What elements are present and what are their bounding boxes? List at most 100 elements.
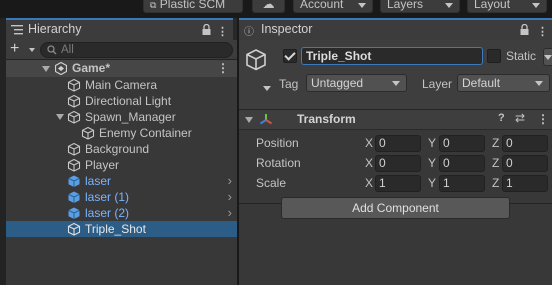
layers-dropdown[interactable]: Layers (380, 0, 460, 13)
scene-row[interactable]: Game* ⋮ (6, 60, 237, 77)
active-checkbox[interactable] (283, 49, 297, 63)
top-toolbar: ⧉ Plastic SCM ☁ Account Layers Layout (0, 0, 552, 16)
info-icon: ⓘ (244, 27, 254, 38)
gameobject-cube-icon[interactable] (245, 48, 267, 72)
hierarchy-tree: Game* ⋮ Main Camera Directional Light Sp… (6, 60, 237, 237)
chevron-down-icon[interactable] (263, 86, 271, 91)
list-item[interactable]: Enemy Container (6, 125, 237, 141)
gameobject-cube-icon (67, 222, 81, 236)
tab-hierarchy[interactable]: Hierarchy ⋮ (6, 18, 233, 40)
lock-icon[interactable] (520, 24, 529, 35)
list-item[interactable]: Player (6, 157, 237, 173)
layout-label: Layout (474, 0, 511, 11)
gameobject-cube-icon (67, 142, 81, 156)
item-label: laser (2) (85, 206, 130, 220)
object-header: Triple_Shot Static Tag Untagged Layer De… (239, 40, 552, 110)
list-item[interactable]: laser (2) › (6, 205, 237, 221)
item-label: Enemy Container (99, 126, 192, 140)
expand-arrow-icon[interactable] (42, 66, 50, 72)
chevron-down-icon (532, 3, 540, 8)
list-item[interactable]: laser (1) › (6, 189, 237, 205)
item-label: laser (85, 174, 112, 188)
list-item-selected[interactable]: Triple_Shot (6, 221, 237, 237)
cloud-icon: ☁ (262, 0, 275, 11)
plastic-scm-button[interactable]: ⧉ Plastic SCM (143, 0, 243, 13)
transform-body: Position X 0 Y 0 Z 0 Rotation X 0 Y 0 Z … (239, 130, 552, 204)
search-input[interactable] (61, 43, 221, 57)
scale-label: Scale (256, 176, 287, 190)
item-label: Background (85, 142, 150, 156)
list-item[interactable]: Spawn_Manager (6, 109, 237, 125)
plastic-scm-icon: ⧉ (150, 0, 157, 10)
tag-dropdown[interactable]: Untagged (306, 74, 407, 92)
tab-inspector-label: Inspector (261, 22, 313, 36)
axis-z-label: Z (492, 156, 500, 170)
rotation-x-field[interactable]: 0 (375, 155, 421, 172)
chevron-right-icon[interactable]: › (228, 189, 232, 205)
axis-y-label: Y (428, 136, 437, 150)
layout-dropdown[interactable]: Layout (467, 0, 547, 13)
gameobject-cube-icon (81, 126, 95, 140)
kebab-menu-icon[interactable]: ⋮ (217, 60, 229, 77)
prefab-cube-icon (68, 175, 80, 187)
create-plus-icon[interactable]: + (10, 41, 19, 57)
position-y-field[interactable]: 0 (439, 135, 485, 152)
chevron-down-icon (535, 81, 543, 86)
axis-x-label: X (365, 176, 374, 190)
presets-icon[interactable]: ⇄ (515, 111, 525, 125)
chevron-right-icon[interactable]: › (228, 205, 232, 221)
position-row: Position X 0 Y 0 Z 0 (239, 134, 552, 152)
hierarchy-search[interactable] (40, 42, 233, 58)
list-item[interactable]: Main Camera (6, 77, 237, 93)
chevron-down-icon (445, 3, 453, 8)
chevron-right-icon[interactable]: › (228, 173, 232, 189)
item-label: Main Camera (85, 78, 158, 92)
object-name-field[interactable]: Triple_Shot (301, 47, 483, 65)
transform-gizmo-icon (259, 114, 273, 125)
list-item[interactable]: Background (6, 141, 237, 157)
gameobject-cube-icon (67, 78, 81, 92)
gameobject-cube-icon (67, 94, 81, 108)
expand-arrow-icon[interactable] (56, 114, 64, 120)
cloud-button[interactable]: ☁ (252, 0, 285, 13)
hierarchy-toolbar: + (6, 40, 237, 60)
layer-value: Default (462, 76, 501, 90)
axis-y-label: Y (428, 156, 437, 170)
add-component-button[interactable]: Add Component (281, 197, 510, 219)
transform-header[interactable]: Transform ? ⇄ ⋮ (239, 110, 552, 130)
scale-y-field[interactable]: 1 (439, 175, 485, 192)
layer-dropdown[interactable]: Default (457, 74, 550, 92)
scale-x-field[interactable]: 1 (375, 175, 421, 192)
tab-inspector[interactable]: ⓘ Inspector ⋮ (239, 18, 552, 40)
static-dropdown[interactable] (543, 48, 552, 66)
search-icon (47, 45, 57, 55)
chevron-down-icon[interactable] (29, 48, 35, 52)
scene-name: Game* (72, 61, 111, 75)
transform-title: Transform (297, 112, 356, 126)
axis-z-label: Z (492, 176, 500, 190)
position-z-field[interactable]: 0 (502, 135, 548, 152)
rotation-y-field[interactable]: 0 (439, 155, 485, 172)
chevron-down-icon (392, 81, 400, 86)
scale-z-field[interactable]: 1 (502, 175, 548, 192)
lock-icon[interactable] (202, 24, 211, 35)
expand-arrow-icon[interactable] (245, 117, 253, 123)
tag-label: Tag (279, 77, 299, 91)
rotation-row: Rotation X 0 Y 0 Z 0 (239, 154, 552, 172)
account-dropdown[interactable]: Account (293, 0, 373, 13)
list-item[interactable]: laser › (6, 173, 237, 189)
gameobject-cube-icon (67, 110, 81, 124)
account-label: Account (300, 0, 344, 11)
tab-hierarchy-label: Hierarchy (28, 22, 82, 36)
rotation-label: Rotation (256, 156, 301, 170)
axis-x-label: X (365, 156, 374, 170)
rotation-z-field[interactable]: 0 (502, 155, 548, 172)
axis-z-label: Z (492, 136, 500, 150)
list-item[interactable]: Directional Light (6, 93, 237, 109)
help-icon[interactable]: ? (498, 112, 505, 124)
kebab-menu-icon[interactable]: ⋮ (537, 112, 549, 126)
static-label: Static (506, 49, 537, 63)
unity-scene-icon (55, 62, 67, 75)
position-x-field[interactable]: 0 (375, 135, 421, 152)
static-checkbox[interactable] (487, 49, 501, 63)
